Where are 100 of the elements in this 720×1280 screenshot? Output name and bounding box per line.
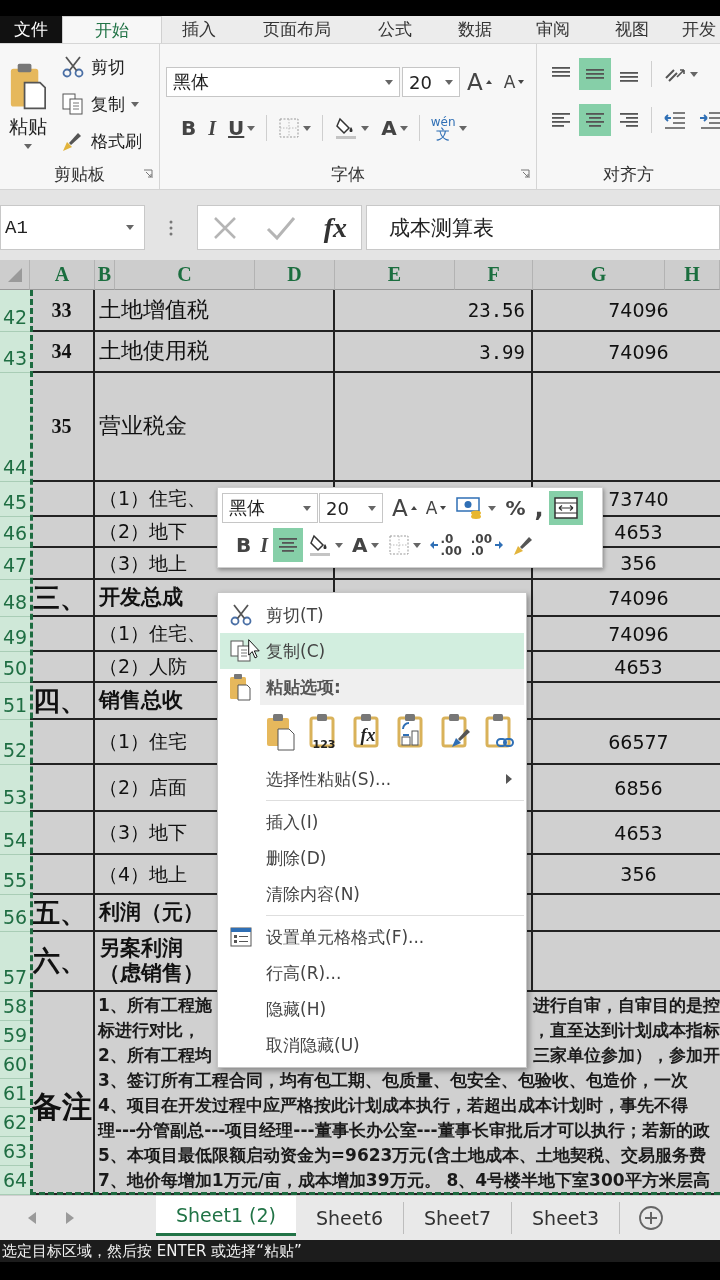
ribbon-tab[interactable]: 公式 <box>358 16 432 43</box>
column-header[interactable]: H <box>665 260 720 290</box>
sheet-tab[interactable]: Sheet6 <box>296 1202 404 1234</box>
table-cell: 土地增值税 <box>95 290 335 332</box>
insert-function-button[interactable]: fx <box>323 211 348 244</box>
font-field[interactable]: 黑体 <box>222 493 318 523</box>
underline-button[interactable]: U <box>223 112 261 144</box>
column-header[interactable]: A <box>30 260 95 290</box>
row-header[interactable]: 61 <box>0 1079 30 1108</box>
table-cell: 三、 <box>30 580 95 617</box>
row-header[interactable]: 64 <box>0 1166 30 1195</box>
note-line: 7、地价每增加1万元/亩，成本增加39万元。 8、4号楼半地下室300平方米层高 <box>98 1168 710 1192</box>
sheet-tab[interactable]: Sheet3 <box>512 1202 621 1234</box>
note-line: 4、项目在开发过程中应严格按此计划成本执行，若超出成本计划时，事先不得 <box>98 1093 688 1117</box>
group-label: 剪贴板 <box>54 162 105 186</box>
grow-font-button[interactable]: A <box>388 491 421 525</box>
note-line: 3、签订所有工程合同，均有包工期、包质量、包安全、包验收、包造价，一次 <box>98 1068 688 1092</box>
row-header[interactable]: 62 <box>0 1108 30 1137</box>
table-cell: 营业税金 <box>95 373 335 482</box>
row-header[interactable]: 42 <box>0 290 30 332</box>
font-size-field[interactable]: 20 <box>402 67 460 97</box>
table-cell: 23.56 <box>335 290 533 332</box>
row-header[interactable]: 59 <box>0 1021 30 1050</box>
phonetic-guide-button[interactable]: wén 文 <box>425 112 472 144</box>
sheet-tab[interactable]: Sheet7 <box>404 1202 513 1234</box>
note-line: 标进行对比， <box>98 1018 200 1042</box>
menu-item[interactable]: 取消隐藏(U) <box>220 1027 524 1063</box>
table-cell: 五、 <box>30 895 95 932</box>
row-header[interactable]: 56 <box>0 895 30 932</box>
format-painter-button[interactable]: 格式刷 <box>56 124 147 158</box>
table-cell: 六、 <box>30 932 95 992</box>
column-header[interactable]: D <box>255 260 335 290</box>
row-header[interactable]: 53 <box>0 765 30 812</box>
paste-option-button[interactable]: fx <box>352 712 384 752</box>
grow-font-button[interactable]: A <box>462 66 497 98</box>
ribbon-tab[interactable]: 视图 <box>588 16 676 43</box>
cut-button[interactable]: 剪切 <box>56 50 147 84</box>
menu-section-label: 粘贴选项: <box>260 669 524 705</box>
row-header[interactable]: 54 <box>0 812 30 855</box>
table-cell: 3.99 <box>335 332 533 373</box>
ribbon-tab[interactable]: 审阅 <box>518 16 588 43</box>
row-header[interactable]: 49 <box>0 617 30 652</box>
row-header[interactable]: 45 <box>0 482 30 517</box>
row-header[interactable]: 55 <box>0 855 30 895</box>
formula-field[interactable]: 成本测算表 <box>366 205 720 250</box>
ribbon-tab[interactable]: 页面布局 <box>236 16 358 43</box>
table-cell: 35 <box>30 373 95 482</box>
decrease-decimal-button[interactable]: .00 .0 <box>466 528 508 562</box>
font-color-button[interactable]: A <box>348 528 383 562</box>
note-line: 进行自审，自审目的是控 <box>533 993 720 1017</box>
ribbon-tab[interactable]: 开发 <box>676 16 720 43</box>
shrink-font-button[interactable]: A <box>498 66 530 98</box>
group-label: 字体 <box>331 162 365 186</box>
note-line: ，直至达到计划成本指标 <box>533 1018 720 1042</box>
percent-style-button[interactable]: % <box>501 491 530 525</box>
shrink-font-button[interactable]: A <box>421 491 451 525</box>
note-line: 理---分管副总---项目经理---董事长办公室---董事长审批后才可以执行；若新的政 <box>98 1118 710 1142</box>
row-header[interactable]: 47 <box>0 548 30 580</box>
row-header[interactable]: 51 <box>0 683 30 720</box>
bold-button[interactable]: B <box>176 112 202 144</box>
increase-decimal-button[interactable]: .0 .00 <box>425 528 466 562</box>
column-header[interactable]: B <box>95 260 115 290</box>
note-line: 5、本项目最低限额启动资金为=9623万元(含土地成本、土地契税、交易服务费 <box>98 1143 707 1167</box>
row-header[interactable]: 60 <box>0 1050 30 1079</box>
ribbon-tab[interactable]: 数据 <box>432 16 518 43</box>
table-cell: 四、 <box>30 683 95 720</box>
note-line: 2、所有工程均 <box>98 1043 212 1067</box>
column-header[interactable]: G <box>533 260 665 290</box>
ribbon-tab[interactable]: 开始 <box>62 16 162 43</box>
row-header[interactable]: 43 <box>0 332 30 373</box>
menu-item[interactable]: 复制(C) <box>220 633 524 669</box>
status-text: 选定目标区域，然后按 ENTER 或选择“粘贴” <box>2 1241 302 1261</box>
table-cell: 34 <box>30 332 95 373</box>
sheet-tab[interactable]: Sheet1 (2) <box>156 1196 296 1236</box>
paste-button[interactable]: 粘贴 <box>0 46 56 158</box>
ribbon-tab[interactable]: 插入 <box>162 16 236 43</box>
column-header[interactable]: E <box>335 260 455 290</box>
row-header[interactable]: 52 <box>0 720 30 765</box>
column-header[interactable]: C <box>115 260 255 290</box>
copy-button[interactable]: 复制 <box>56 87 147 121</box>
name-box[interactable]: A1 <box>0 205 145 250</box>
row-header[interactable]: 48 <box>0 580 30 617</box>
row-header[interactable]: 50 <box>0 652 30 683</box>
row-header[interactable]: 58 <box>0 992 30 1021</box>
row-header[interactable]: 46 <box>0 517 30 548</box>
note-line: 1、所有工程施 <box>98 993 212 1017</box>
file-tab[interactable]: 文件 <box>0 16 62 43</box>
column-header[interactable]: F <box>455 260 533 290</box>
table-cell: 33 <box>30 290 95 332</box>
row-header[interactable]: 57 <box>0 932 30 992</box>
font-field[interactable]: 黑体 <box>166 67 400 97</box>
font-color-button[interactable]: A <box>376 112 413 144</box>
italic-button[interactable]: I <box>203 112 222 144</box>
menu-item[interactable]: 隐藏(H) <box>220 991 524 1027</box>
font-size-field[interactable]: 20 <box>319 493 383 523</box>
table-cell: 土地使用税 <box>95 332 335 373</box>
group-label: 对齐方 <box>603 162 654 186</box>
row-header[interactable]: 44 <box>0 373 30 482</box>
row-header[interactable]: 63 <box>0 1137 30 1166</box>
table-cell: 备注 <box>30 992 95 1195</box>
